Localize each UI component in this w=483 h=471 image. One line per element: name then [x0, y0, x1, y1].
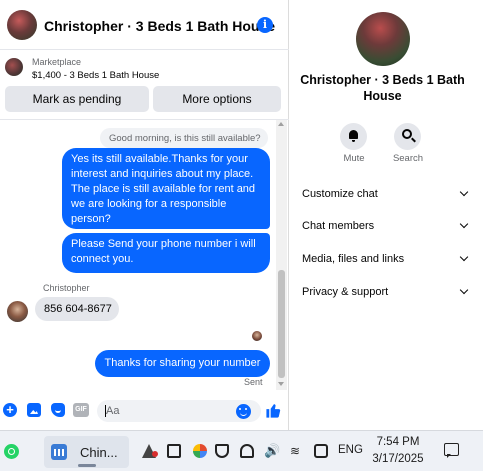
whatsapp-icon[interactable] [4, 444, 19, 459]
mark-as-pending-button[interactable]: Mark as pending [5, 86, 149, 112]
active-app-indicator [78, 464, 96, 467]
seen-indicator-avatar [252, 331, 262, 341]
bell-icon [349, 130, 358, 142]
menu-privacy-support[interactable]: Privacy & support [302, 282, 469, 302]
clock-time[interactable]: 7:54 PM [373, 436, 423, 448]
chevron-down-icon [459, 252, 469, 262]
menu-customize-chat[interactable]: Customize chat [302, 184, 469, 204]
incoming-message[interactable]: 856 604-8677 [35, 297, 119, 321]
more-options-button[interactable]: More options [153, 86, 281, 112]
plus-icon[interactable]: + [3, 403, 17, 417]
device-icon[interactable] [314, 444, 328, 458]
notification-icon[interactable] [444, 443, 459, 458]
listing-description[interactable]: $1,400 - 3 Beds 1 Bath House [32, 70, 159, 81]
mute-button[interactable] [340, 123, 367, 150]
message-status: Sent [244, 377, 263, 387]
scroll-up-arrow-icon[interactable] [278, 122, 284, 126]
search-button[interactable] [394, 123, 421, 150]
avatar[interactable] [7, 10, 37, 40]
image-icon[interactable] [27, 403, 41, 417]
taskbar-app-label: Chin... [80, 445, 118, 460]
menu-label: Chat members [302, 220, 375, 232]
composer: + GIF [0, 395, 289, 427]
profile-avatar[interactable] [356, 12, 410, 66]
text-caret [105, 405, 106, 417]
message-list: Good morning, is this still available? Y… [0, 120, 289, 390]
sticker-icon[interactable] [51, 403, 65, 417]
menu-label: Privacy & support [302, 286, 389, 298]
search-label: Search [392, 153, 424, 164]
listing-thumbnail[interactable] [5, 58, 23, 76]
search-icon [402, 129, 412, 139]
profile-title: Christopher · 3 Beds 1 Bath House [300, 73, 465, 103]
taskbar: Chin... 🔊 ≋ ENG 7:54 PM 3/17/2025 [0, 430, 483, 471]
chrome-icon[interactable] [193, 444, 207, 458]
chevron-down-icon [459, 187, 469, 197]
alert-dot-icon [152, 451, 158, 457]
chat-pane: Christopher · 3 Beds 1 Bath House i Mark… [0, 0, 289, 430]
chat-title[interactable]: Christopher · 3 Beds 1 Bath House [44, 18, 275, 34]
outgoing-message[interactable]: Yes its still available.Thanks for your … [62, 148, 270, 229]
sender-name: Christopher [43, 283, 90, 293]
outgoing-message[interactable]: Thanks for sharing your number [95, 350, 270, 377]
taskbar-app-button[interactable]: Chin... [44, 436, 129, 468]
chat-info-panel: Christopher · 3 Beds 1 Bath House Mute S… [290, 0, 483, 430]
app-icon [51, 444, 67, 460]
scroll-down-arrow-icon[interactable] [278, 382, 284, 386]
cloud-icon[interactable] [240, 444, 254, 458]
volume-icon[interactable]: 🔊 [264, 444, 280, 458]
menu-chat-members[interactable]: Chat members [302, 216, 469, 236]
menu-label: Customize chat [302, 188, 378, 200]
menu-label: Media, files and links [302, 253, 405, 265]
like-icon[interactable] [265, 402, 282, 419]
mute-label: Mute [343, 153, 365, 164]
scrollbar-thumb[interactable] [278, 270, 285, 378]
chevron-down-icon [459, 285, 469, 295]
battery-icon[interactable] [167, 444, 181, 458]
outgoing-message[interactable]: Please Send your phone number i will con… [62, 233, 270, 273]
sender-avatar[interactable] [7, 301, 28, 322]
gif-icon[interactable]: GIF [73, 403, 89, 417]
language-indicator[interactable]: ENG [338, 444, 363, 456]
clock-date[interactable]: 3/17/2025 [368, 453, 428, 465]
chat-header: Christopher · 3 Beds 1 Bath House i [0, 0, 289, 50]
chevron-down-icon [459, 219, 469, 229]
shield-icon[interactable] [215, 444, 229, 458]
marketplace-label: Marketplace [32, 57, 82, 67]
menu-media-files-links[interactable]: Media, files and links [302, 249, 469, 269]
emoji-icon[interactable] [236, 404, 251, 419]
wifi-icon[interactable]: ≋ [290, 444, 304, 458]
quoted-message: Good morning, is this still available? [100, 128, 268, 148]
info-icon[interactable]: i [257, 17, 273, 33]
scrollbar[interactable] [276, 120, 287, 390]
